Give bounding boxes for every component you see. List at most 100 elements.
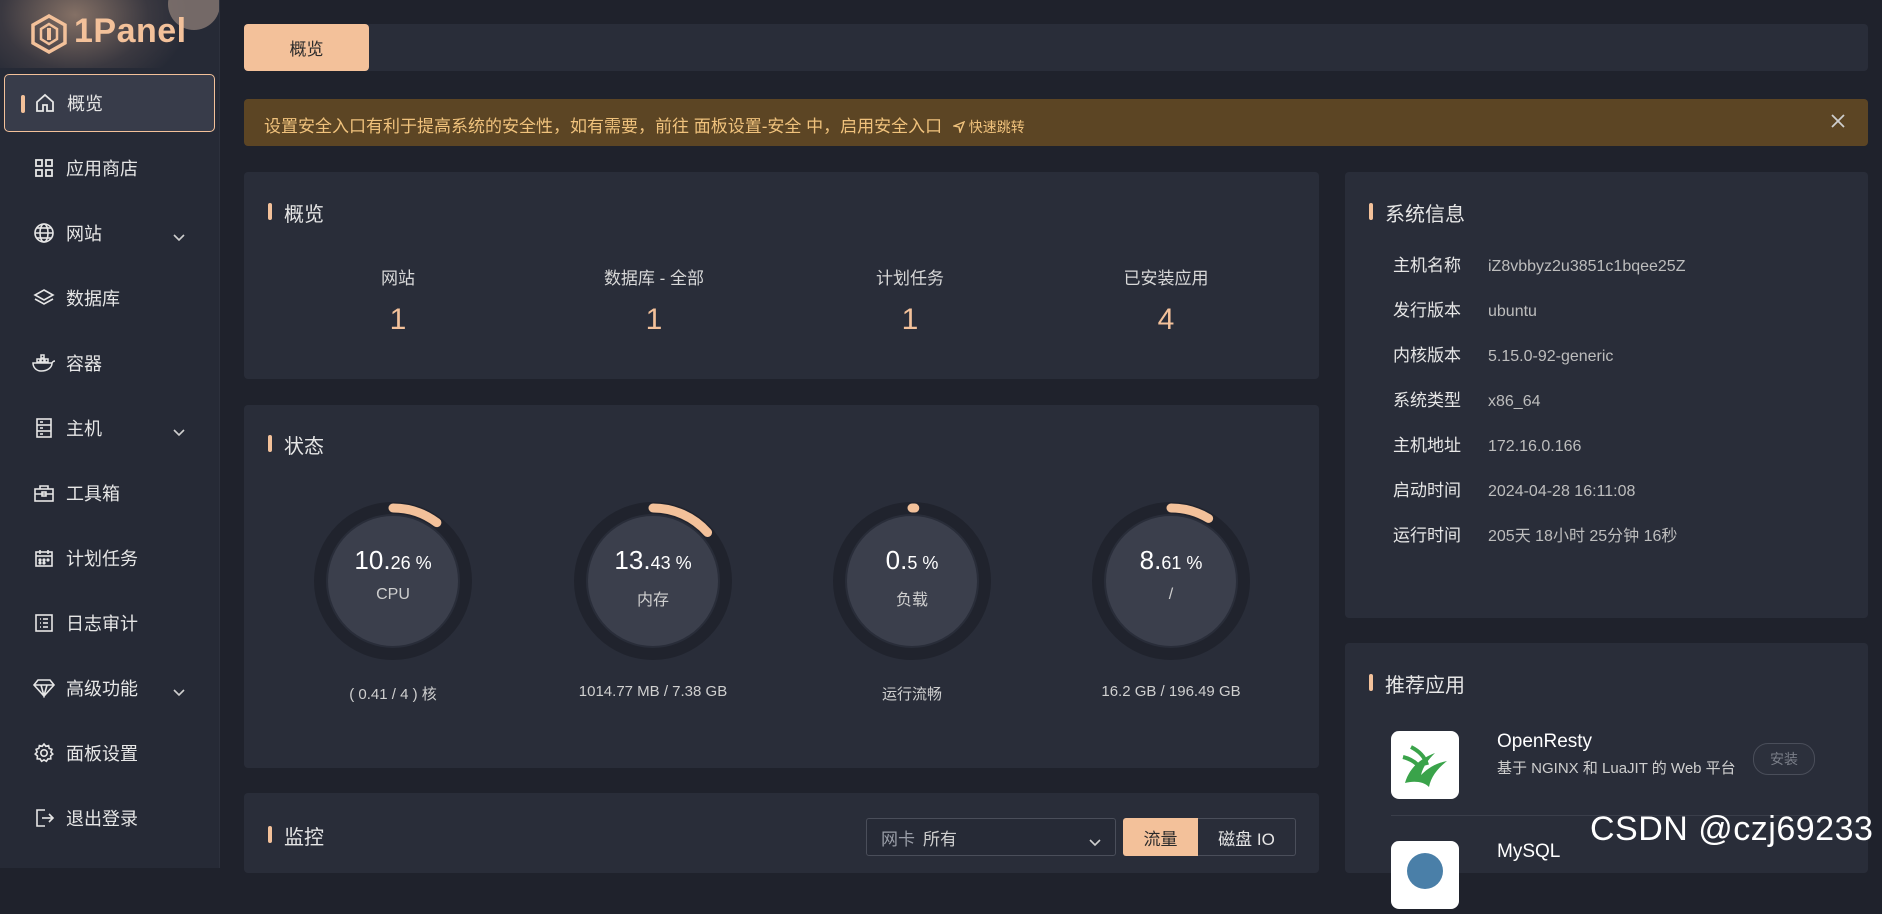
tab-bar: 概览 [244,24,1868,71]
stat-label: 已安装应用 [1066,264,1266,289]
sysinfo-row-distro: 发行版本ubuntu [1393,296,1537,321]
card-title: 推荐应用 [1375,669,1465,698]
alert-message-row: 设置安全入口有利于提高系统的安全性，如有需要，前往 面板设置-安全 中，启用安全… [264,112,1025,137]
gauge-name: 内存 [572,586,734,610]
app-description: 基于 NGINX 和 LuaJIT 的 Web 平台 [1497,757,1736,778]
sidebar-item-cron[interactable]: 计划任务 [4,529,215,587]
card-title: 状态 [274,430,324,459]
docker-icon [32,351,56,375]
sidebar-item-label: 主机 [66,415,102,441]
sidebar-item-label: 高级功能 [66,675,138,701]
chevron-down-icon [1089,832,1101,852]
chevron-down-icon[interactable] [173,226,185,247]
stat-label: 网站 [298,264,498,289]
stat-value[interactable]: 4 [1066,303,1266,337]
sidebar-item-website[interactable]: 网站 [4,204,215,262]
tab-overview[interactable]: 概览 [244,24,369,71]
sysinfo-row-boot-time: 启动时间2024-04-28 16:11:08 [1393,476,1635,501]
sidebar-nav: 概览 应用商店 网站 数据库 容器 [0,74,219,854]
sidebar-item-settings[interactable]: 面板设置 [4,724,215,782]
load-gauge[interactable]: 0.5 % 负载 [831,500,993,667]
watermark: CSDN @czj69233 [1590,810,1873,849]
toolbox-icon [32,481,56,505]
grid-icon [32,156,56,180]
openresty-icon[interactable] [1391,731,1459,799]
stat-installed-apps[interactable]: 已安装应用 4 [1066,264,1266,337]
sysinfo-value: iZ8vbbyz2u3851c1bqee25Z [1488,258,1685,275]
sidebar-item-host[interactable]: 主机 [4,399,215,457]
stat-label: 数据库 - 全部 [554,264,754,289]
sysinfo-row-address: 主机地址172.16.0.166 [1393,431,1581,456]
logo[interactable]: 1Panel [0,0,219,68]
sidebar-item-container[interactable]: 容器 [4,334,215,392]
card-title: 概览 [274,198,324,227]
sidebar-item-label: 面板设置 [66,740,138,766]
mysql-icon[interactable] [1391,841,1459,909]
sidebar-item-label: 日志审计 [66,610,138,636]
memory-gauge[interactable]: 13.43 % 内存 [572,500,734,667]
sidebar-item-advanced[interactable]: 高级功能 [4,659,215,717]
sysinfo-row-uptime: 运行时间205天 18小时 25分钟 16秒 [1393,521,1677,546]
sysinfo-key: 主机地址 [1393,431,1488,456]
chevron-down-icon[interactable] [173,421,185,442]
app-name[interactable]: MySQL [1497,841,1560,863]
stat-label: 计划任务 [810,264,1010,289]
card-title: 监控 [274,821,324,850]
sysinfo-key: 系统类型 [1393,386,1488,411]
sysinfo-key: 发行版本 [1393,296,1488,321]
chevron-down-icon[interactable] [173,681,185,702]
sidebar-item-database[interactable]: 数据库 [4,269,215,327]
sidebar-item-label: 计划任务 [66,545,138,571]
sidebar-item-log-audit[interactable]: 日志审计 [4,594,215,652]
calendar-icon [32,546,56,570]
overview-card: 概览 网站 1 数据库 - 全部 1 计划任务 1 已安装应用 4 [244,172,1319,379]
sysinfo-value: ubuntu [1488,303,1537,320]
sidebar-item-label: 概览 [67,90,103,116]
sysinfo-row-hostname: 主机名称iZ8vbbyz2u3851c1bqee25Z [1393,251,1685,276]
traffic-toggle[interactable]: 流量 [1123,818,1198,856]
disk-gauge[interactable]: 8.61 % / [1090,500,1252,667]
send-icon [953,121,965,133]
sidebar-item-overview[interactable]: 概览 [4,74,215,132]
gauge-name: 负载 [831,586,993,610]
alert-message: 设置安全入口有利于提高系统的安全性，如有需要，前往 面板设置-安全 中，启用安全… [264,117,942,136]
sidebar-item-label: 数据库 [66,285,120,311]
sysinfo-value: x86_64 [1488,393,1541,410]
sidebar-item-toolbox[interactable]: 工具箱 [4,464,215,522]
sysinfo-key: 内核版本 [1393,341,1488,366]
logo-icon [30,14,68,54]
close-icon[interactable] [1828,111,1848,136]
stat-website[interactable]: 网站 1 [298,264,498,337]
install-button[interactable]: 安装 [1753,743,1815,775]
stat-cron[interactable]: 计划任务 1 [810,264,1010,337]
log-list-icon [32,611,56,635]
sysinfo-value: 205天 18小时 25分钟 16秒 [1488,528,1677,545]
gauge-name: / [1090,586,1252,604]
quick-jump-label: 快速跳转 [969,119,1025,135]
stat-value[interactable]: 1 [298,303,498,337]
server-icon [32,416,56,440]
nic-select-value: 所有 [923,825,957,850]
gauge-detail: 运行流畅 [782,683,1042,704]
security-entrance-alert: 设置安全入口有利于提高系统的安全性，如有需要，前往 面板设置-安全 中，启用安全… [244,99,1868,146]
stat-database[interactable]: 数据库 - 全部 1 [554,264,754,337]
app-name[interactable]: OpenResty [1497,731,1592,753]
status-card: 状态 10.26 % CPU ( 0.41 / 4 ) 核 13.43 % 内存… [244,405,1319,768]
sidebar-item-app-store[interactable]: 应用商店 [4,139,215,197]
quick-jump-link[interactable]: 快速跳转 [953,119,1025,135]
sidebar-item-label: 应用商店 [66,155,138,181]
stat-value[interactable]: 1 [554,303,754,337]
sidebar-item-logout[interactable]: 退出登录 [4,789,215,847]
sysinfo-row-arch: 系统类型x86_64 [1393,386,1541,411]
sysinfo-value: 2024-04-28 16:11:08 [1488,483,1635,500]
sysinfo-value: 172.16.0.166 [1488,438,1581,455]
sidebar-item-label: 工具箱 [66,480,120,506]
nic-select[interactable]: 网卡 所有 [866,818,1116,856]
card-title: 系统信息 [1375,198,1465,227]
stat-value[interactable]: 1 [810,303,1010,337]
disk-io-toggle[interactable]: 磁盘 IO [1198,818,1296,856]
gauge-percent: 0.5 % [831,545,993,576]
gauge-detail: 1014.77 MB / 7.38 GB [523,683,783,700]
cpu-gauge[interactable]: 10.26 % CPU [312,500,474,667]
gauge-detail: 16.2 GB / 196.49 GB [1041,683,1301,700]
